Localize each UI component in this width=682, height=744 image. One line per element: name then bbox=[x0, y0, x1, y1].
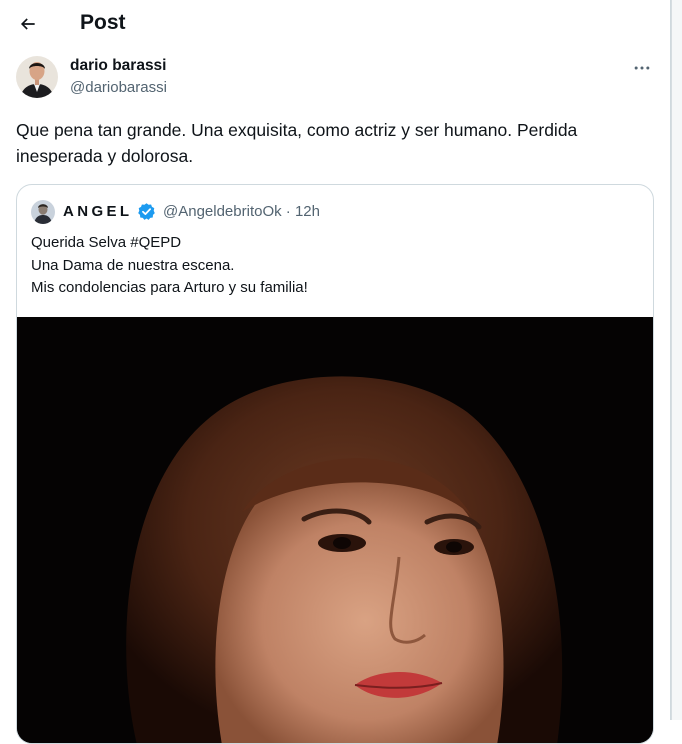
page-scrollbar[interactable] bbox=[671, 0, 682, 720]
post-text: Que pena tan grande. Una exquisita, como… bbox=[16, 120, 578, 166]
top-bar: Post bbox=[0, 0, 670, 48]
quoted-post-card[interactable]: ANGEL @AngeldebritoOk · 12h Querida Selv… bbox=[16, 184, 654, 744]
quoted-post-line: Una Dama de nuestra escena. bbox=[31, 256, 235, 274]
arrow-left-icon bbox=[20, 18, 35, 30]
quoted-post-line: Mis condolencias para Arturo y su famili… bbox=[31, 279, 308, 296]
verified-badge-icon bbox=[138, 203, 155, 220]
quoted-author-meta: @AngeldebritoOk · 12h bbox=[163, 203, 320, 220]
more-options-button[interactable] bbox=[626, 56, 658, 80]
meta-separator: · bbox=[285, 203, 291, 220]
author-avatar[interactable] bbox=[16, 56, 58, 98]
page-title: Post bbox=[80, 11, 126, 34]
quoted-author-name: ANGEL bbox=[63, 203, 133, 220]
author-handle[interactable]: @dariobarassi bbox=[70, 79, 167, 96]
author-name[interactable]: dario barassi bbox=[70, 57, 167, 75]
back-button[interactable] bbox=[10, 6, 46, 42]
more-horizontal-icon bbox=[634, 66, 650, 70]
quoted-post-text: Querida Selva #QEPD Una Dama de nuestra … bbox=[31, 232, 631, 300]
quoted-post-line: Querida Selva #QEPD bbox=[31, 234, 182, 251]
quoted-author-avatar bbox=[31, 200, 55, 224]
post-detail-column: Post dario barassi @dariobarassi Que pen… bbox=[0, 0, 671, 744]
quoted-post-time: 12h bbox=[294, 203, 320, 220]
quoted-post-photo[interactable] bbox=[17, 317, 653, 743]
quoted-author-handle: @AngeldebritoOk bbox=[163, 203, 282, 220]
